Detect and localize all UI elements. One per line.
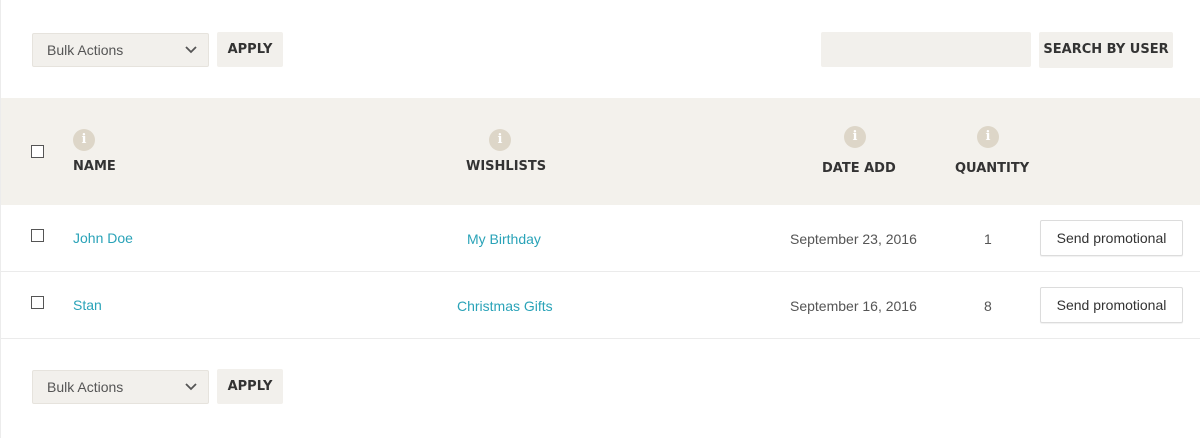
apply-button-top[interactable]: APPLY bbox=[217, 32, 283, 67]
row-checkbox[interactable] bbox=[31, 229, 44, 242]
quantity-value: 1 bbox=[984, 231, 992, 247]
bulk-actions-select-top[interactable]: Bulk Actions bbox=[32, 33, 209, 67]
table-row: Stan Christmas Gifts September 16, 2016 … bbox=[1, 272, 1200, 339]
info-icon: i bbox=[844, 126, 866, 148]
bulk-actions-select-bottom[interactable]: Bulk Actions bbox=[32, 370, 209, 404]
column-header-wishlists[interactable]: WISHLISTS bbox=[466, 159, 546, 174]
search-by-user-button[interactable]: SEARCH BY USER bbox=[1039, 32, 1173, 68]
select-all-checkbox[interactable] bbox=[31, 145, 44, 158]
user-name-link[interactable]: John Doe bbox=[73, 230, 133, 246]
quantity-value: 8 bbox=[984, 298, 992, 314]
column-header-date-add[interactable]: DATE ADD bbox=[822, 161, 896, 176]
bulk-actions-label: Bulk Actions bbox=[47, 379, 124, 395]
info-icon: i bbox=[977, 126, 999, 148]
wishlist-admin-panel: Bulk Actions APPLY SEARCH BY USER i NAME… bbox=[0, 0, 1200, 438]
chevron-down-icon bbox=[185, 383, 197, 391]
date-added: September 23, 2016 bbox=[790, 231, 917, 247]
column-header-name[interactable]: NAME bbox=[73, 159, 116, 174]
send-promotional-button[interactable]: Send promotional bbox=[1040, 220, 1183, 256]
row-checkbox[interactable] bbox=[31, 296, 44, 309]
info-icon: i bbox=[489, 129, 511, 151]
chevron-down-icon bbox=[185, 46, 197, 54]
info-icon: i bbox=[73, 129, 95, 151]
date-added: September 16, 2016 bbox=[790, 298, 917, 314]
wishlist-link[interactable]: Christmas Gifts bbox=[457, 298, 553, 314]
user-name-link[interactable]: Stan bbox=[73, 297, 102, 313]
bulk-actions-label: Bulk Actions bbox=[47, 42, 124, 58]
search-user-input[interactable] bbox=[821, 32, 1031, 67]
send-promotional-button[interactable]: Send promotional bbox=[1040, 287, 1183, 323]
apply-button-bottom[interactable]: APPLY bbox=[217, 369, 283, 404]
table-row: John Doe My Birthday September 23, 2016 … bbox=[1, 205, 1200, 272]
table-header: i NAME i WISHLISTS i DATE ADD i QUANTITY bbox=[1, 98, 1200, 205]
wishlist-link[interactable]: My Birthday bbox=[467, 231, 541, 247]
column-header-quantity[interactable]: QUANTITY bbox=[955, 161, 1029, 176]
